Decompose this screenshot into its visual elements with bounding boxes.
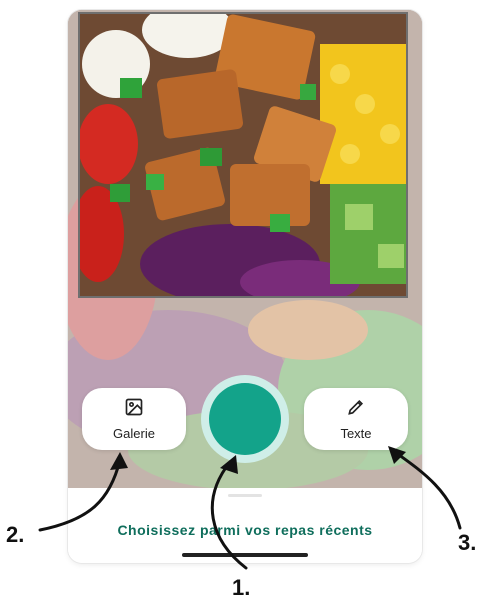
salad-photo [80, 14, 406, 296]
text-button[interactable]: Texte [304, 388, 408, 450]
gallery-label: Galerie [113, 426, 155, 441]
shutter-button[interactable] [201, 375, 289, 463]
callout-2: 2. [6, 522, 25, 547]
callout-3: 3. [458, 530, 477, 555]
gallery-button[interactable]: Galerie [82, 388, 186, 450]
home-indicator [182, 553, 308, 557]
text-label: Texte [340, 426, 372, 441]
image-icon [124, 397, 144, 420]
photo-preview [78, 12, 408, 298]
sheet-drag-handle[interactable] [228, 494, 262, 497]
phone-screen: Galerie Texte Choisissez parmi vos repas… [68, 10, 422, 563]
pencil-icon [346, 397, 366, 420]
callout-1: 1. [232, 575, 251, 600]
shutter-core [209, 383, 281, 455]
recent-meals-title: Choisissez parmi vos repas récents [117, 522, 373, 538]
recent-meals-sheet[interactable]: Choisissez parmi vos repas récents [68, 488, 422, 563]
